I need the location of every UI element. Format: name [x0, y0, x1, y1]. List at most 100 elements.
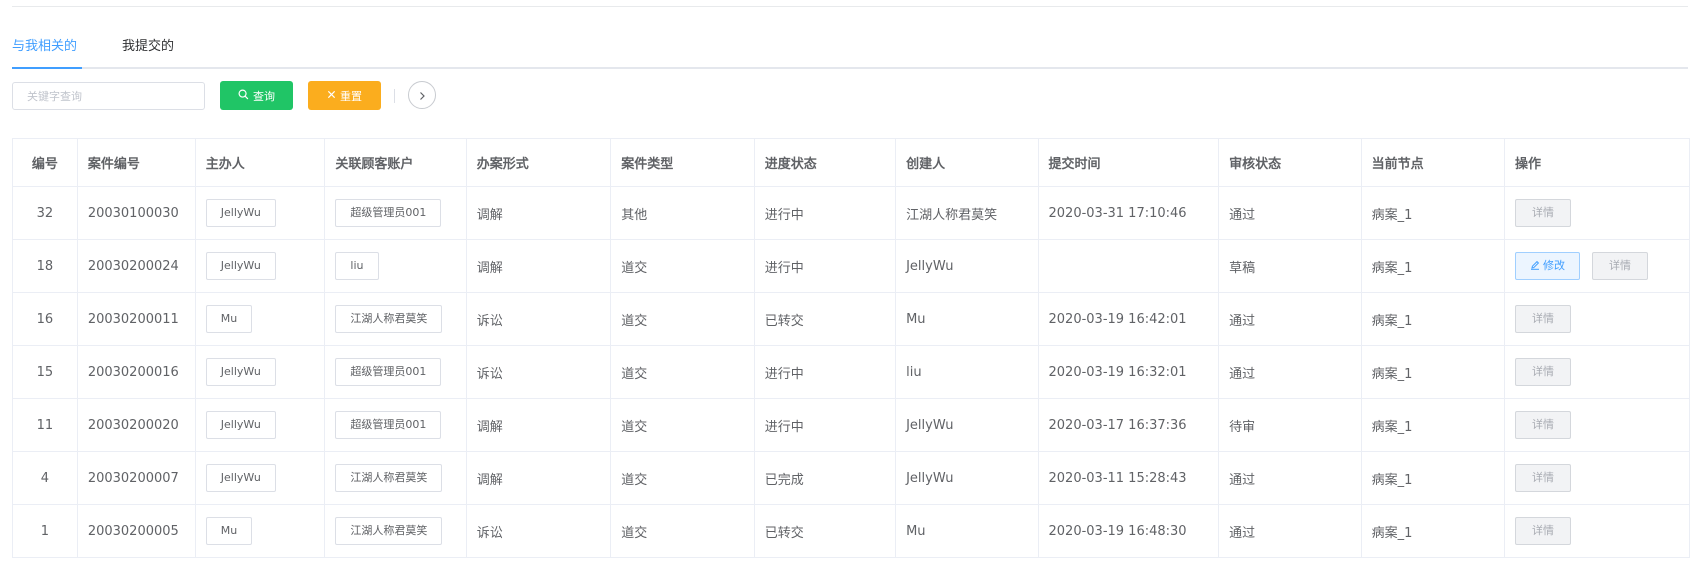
reset-button[interactable]: 重置	[308, 81, 381, 110]
tab-active-indicator	[12, 67, 82, 69]
search-input[interactable]	[12, 82, 205, 110]
cell-account: 江湖人称君莫笑	[324, 292, 467, 346]
edit-button-label: 修改	[1543, 259, 1566, 272]
toolbar-divider	[394, 89, 395, 103]
cell-actions: 详情	[1504, 292, 1690, 346]
cell-node: 病案_1	[1360, 239, 1506, 293]
edit-button[interactable]: 修改	[1515, 252, 1581, 280]
expand-filter-button[interactable]	[408, 81, 436, 109]
cell-mode: 诉讼	[465, 345, 612, 399]
table-row: 18 20030200024 JellyWu liu 调解 道交 进行中 JellyWu 草稿病…	[12, 239, 1690, 293]
cell-node: 病案_1	[1360, 345, 1506, 399]
cell-actions: 详情	[1504, 398, 1690, 452]
cell-case-no: 20030200011	[76, 292, 196, 346]
cell-mode: 调解	[465, 451, 612, 505]
cell-account: liu	[324, 239, 467, 293]
cell-account: 江湖人称君莫笑	[324, 504, 467, 558]
cell-host: JellyWu	[194, 451, 326, 505]
cell-id: 1	[12, 504, 78, 558]
cell-node: 病案_1	[1360, 398, 1506, 452]
cell-host: JellyWu	[194, 398, 326, 452]
cell-type: 道交	[610, 292, 755, 346]
cell-case-no: 20030100030	[76, 186, 196, 240]
column-header-creator: 创建人	[895, 138, 1039, 187]
column-header-id: 编号	[12, 138, 78, 187]
top-divider	[12, 6, 1688, 7]
account-tag: 江湖人称君莫笑	[335, 517, 443, 545]
cell-case-no: 20030200016	[76, 345, 196, 399]
cell-type: 道交	[610, 451, 755, 505]
cell-type: 道交	[610, 398, 755, 452]
host-tag: Mu	[205, 517, 253, 545]
cell-progress: 进行中	[753, 239, 897, 293]
cell-progress: 已转交	[753, 504, 897, 558]
host-tag: JellyWu	[205, 252, 276, 280]
cell-case-no: 20030200024	[76, 239, 196, 293]
cell-mode: 诉讼	[465, 504, 612, 558]
column-header-time: 提交时间	[1037, 138, 1220, 187]
cell-host: Mu	[194, 504, 326, 558]
cell-id: 18	[12, 239, 78, 293]
cell-time: 2020-03-17 16:37:36	[1037, 398, 1220, 452]
cell-type: 道交	[610, 239, 755, 293]
cell-type: 道交	[610, 504, 755, 558]
cell-node: 病案_1	[1360, 186, 1506, 240]
cell-time: 2020-03-19 16:32:01	[1037, 345, 1220, 399]
cell-node: 病案_1	[1360, 292, 1506, 346]
tab-bar: 与我相关的 我提交的	[12, 34, 1688, 69]
cell-actions: 详情	[1504, 504, 1690, 558]
cell-progress: 进行中	[753, 398, 897, 452]
host-tag: JellyWu	[205, 464, 276, 492]
cell-id: 15	[12, 345, 78, 399]
cell-mode: 调解	[465, 398, 612, 452]
cell-review: 通过	[1218, 504, 1362, 558]
detail-button[interactable]: 详情	[1592, 252, 1649, 280]
cell-creator: Mu	[895, 504, 1039, 558]
cell-progress: 已转交	[753, 292, 897, 346]
cell-actions: 修改 详情	[1504, 239, 1690, 293]
cell-creator: 江湖人称君莫笑	[895, 186, 1039, 240]
table-row: 32 20030100030 JellyWu 超级管理员001 调解 其他 进行中 江湖人称君…	[12, 186, 1690, 240]
chevron-right-icon	[417, 86, 427, 105]
detail-button[interactable]: 详情	[1515, 358, 1572, 386]
cell-time: 2020-03-19 16:42:01	[1037, 292, 1220, 346]
tab-submitted[interactable]: 我提交的	[122, 38, 174, 56]
detail-button[interactable]: 详情	[1515, 199, 1572, 227]
detail-button[interactable]: 详情	[1515, 411, 1572, 439]
cell-type: 道交	[610, 345, 755, 399]
column-header-case-no: 案件编号	[76, 138, 196, 187]
account-tag: 超级管理员001	[335, 199, 442, 227]
detail-button[interactable]: 详情	[1515, 464, 1572, 492]
column-header-account: 关联顾客账户	[324, 138, 467, 187]
cell-progress: 进行中	[753, 186, 897, 240]
table-row: 4 20030200007 JellyWu 江湖人称君莫笑 调解 道交 已完成 JellyWu…	[12, 451, 1690, 505]
table-row: 15 20030200016 JellyWu 超级管理员001 诉讼 道交 进行中 liu 20…	[12, 345, 1690, 399]
column-header-review: 审核状态	[1218, 138, 1362, 187]
cell-account: 江湖人称君莫笑	[324, 451, 467, 505]
column-header-host: 主办人	[194, 138, 326, 187]
cell-review: 通过	[1218, 345, 1362, 399]
cell-host: JellyWu	[194, 186, 326, 240]
reset-button-label: 重置	[340, 89, 362, 103]
cell-time	[1037, 239, 1220, 293]
cell-creator: JellyWu	[895, 398, 1039, 452]
account-tag: liu	[335, 252, 379, 280]
detail-button[interactable]: 详情	[1515, 517, 1572, 545]
account-tag: 江湖人称君莫笑	[335, 464, 443, 492]
column-header-mode: 办案形式	[465, 138, 612, 187]
table-body: 32 20030100030 JellyWu 超级管理员001 调解 其他 进行中 江湖人称君…	[12, 186, 1690, 558]
query-button[interactable]: 查询	[220, 81, 293, 110]
column-header-progress: 进度状态	[753, 138, 897, 187]
cell-id: 16	[12, 292, 78, 346]
cell-host: Mu	[194, 292, 326, 346]
account-tag: 超级管理员001	[335, 358, 442, 386]
detail-button[interactable]: 详情	[1515, 305, 1572, 333]
cell-id: 11	[12, 398, 78, 452]
cell-account: 超级管理员001	[324, 398, 467, 452]
cell-type: 其他	[610, 186, 755, 240]
tab-related[interactable]: 与我相关的	[12, 38, 77, 56]
cell-node: 病案_1	[1360, 504, 1506, 558]
cell-creator: JellyWu	[895, 239, 1039, 293]
cell-time: 2020-03-11 15:28:43	[1037, 451, 1220, 505]
search-icon	[238, 89, 249, 103]
